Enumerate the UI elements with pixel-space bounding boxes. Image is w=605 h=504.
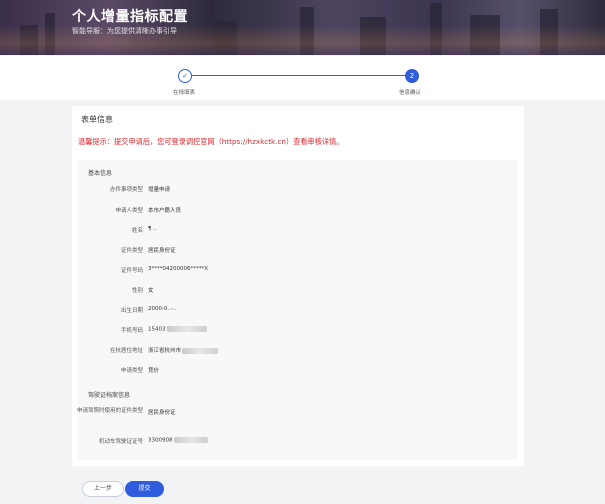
step-2-number: 2 [405,69,419,83]
field-value-masked: 3300908 [148,437,208,444]
previous-step-button[interactable]: 上一步 [82,481,124,497]
field-label: 证件类型 [120,248,143,254]
field-value: 增量申请 [148,187,171,193]
field-value-masked: 15403 [148,326,207,333]
field-value: ¶ ‥ [148,226,157,232]
section-title-basic: 基本信息 [88,170,113,177]
field-label: 姓名 [131,228,143,234]
form-detail-panel [78,160,518,460]
masked-redaction [166,326,207,332]
step-indicator [0,56,605,100]
notice-text: 温馨提示：提交申请后，您可登录调控官网（https://hzxkctk.cn）查… [78,137,344,146]
field-label: 机动车驾驶证证号 [98,439,143,445]
field-value: 居民身份证 [148,410,176,416]
field-value: 居民身份证 [148,248,176,254]
field-label: 在杭居住地址 [109,348,143,354]
field-value: 3****04200006*****X [148,266,209,272]
field-value-masked: 浙江省杭州市 [148,346,219,354]
field-label: 申请人类型 [115,208,143,214]
step-connector [190,75,412,76]
submit-button[interactable]: 提交 [125,481,164,497]
field-value: 本市户籍人员 [148,208,182,214]
field-value: 女 [148,288,154,294]
step-1-check-icon: ✓ [178,69,192,83]
field-label: 性别 [131,288,143,294]
header-banner: 个人增量指标配置 智能导服：为您提供清晰办事引导 [0,0,605,55]
field-value: 2000-0‥-‥ [148,306,177,312]
field-label: 申请类型 [120,368,143,374]
field-label: 办件事项类型 [109,187,143,193]
masked-redaction [173,437,208,443]
field-label: 出生日期 [120,308,143,314]
masked-redaction [182,347,219,354]
field-label: 证件号码 [120,268,143,274]
form-title: 表单信息 [81,115,113,124]
page-subtitle: 智能导服：为您提供清晰办事引导 [72,27,177,35]
step-1-label: 在线填表 [173,90,196,96]
page-title: 个人增量指标配置 [72,9,188,25]
step-2-label: 信息确认 [399,90,422,96]
field-label: 申请驾照时使用的证件类型 [76,408,143,414]
section-title-license: 驾驶证档案信息 [88,392,131,399]
field-value: 竞价 [148,368,160,374]
field-label: 手机号码 [120,328,143,334]
